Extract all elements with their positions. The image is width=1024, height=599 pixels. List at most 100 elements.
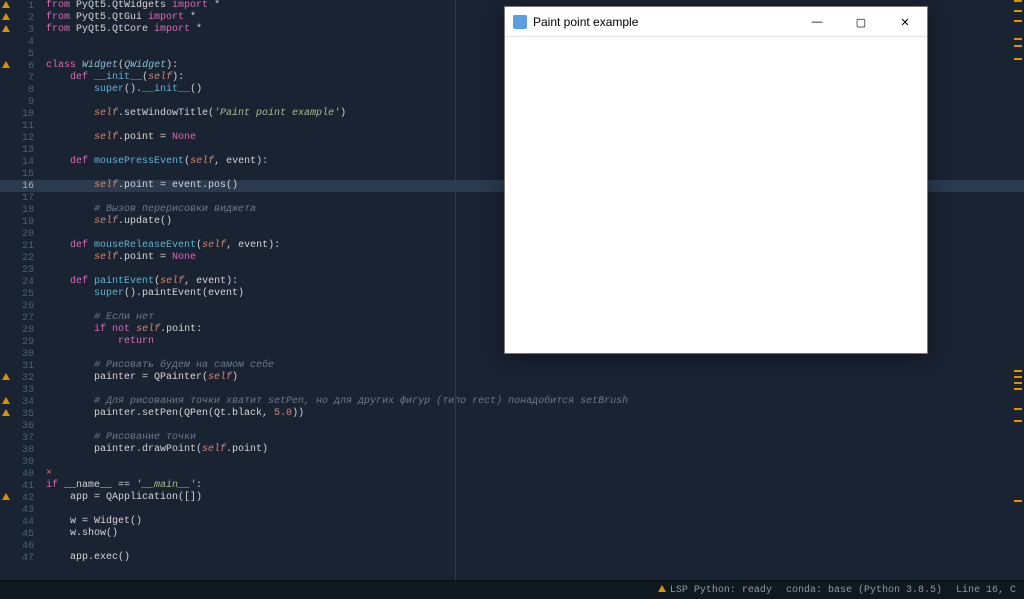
line-number: 9	[0, 96, 40, 108]
line-number: 28	[0, 324, 40, 336]
maximize-button[interactable]: ▢	[839, 7, 883, 37]
line-number: 22	[0, 252, 40, 264]
line-number: 24	[0, 276, 40, 288]
minimap-mark	[1014, 58, 1022, 60]
line-number: 23	[0, 264, 40, 276]
code-line[interactable]: w.show()	[40, 528, 1024, 540]
minimize-button[interactable]: —	[795, 7, 839, 37]
line-number: 10	[0, 108, 40, 120]
line-number: 7	[0, 72, 40, 84]
code-line[interactable]: painter.setPen(QPen(Qt.black, 5.0))	[40, 408, 1024, 420]
warning-icon	[658, 585, 666, 592]
warning-icon	[2, 409, 10, 416]
code-line[interactable]	[40, 504, 1024, 516]
line-number: 13	[0, 144, 40, 156]
minimap-mark	[1014, 10, 1022, 12]
line-number: 46	[0, 540, 40, 552]
status-lsp: LSP Python: ready	[658, 585, 772, 596]
code-line[interactable]	[40, 456, 1024, 468]
warning-icon	[2, 25, 10, 32]
line-number: 21	[0, 240, 40, 252]
minimap-markers	[1012, 0, 1022, 580]
line-number: 37	[0, 432, 40, 444]
line-number: 20	[0, 228, 40, 240]
minimap-mark	[1014, 370, 1022, 372]
line-number: 31	[0, 360, 40, 372]
code-line[interactable]: app.exec()	[40, 552, 1024, 564]
minimap-mark	[1014, 382, 1022, 384]
code-line[interactable]: painter.drawPoint(self.point)	[40, 444, 1024, 456]
warning-icon	[2, 1, 10, 8]
line-number: 38	[0, 444, 40, 456]
warning-icon	[2, 61, 10, 68]
window-title: Paint point example	[533, 15, 795, 29]
line-number: 36	[0, 420, 40, 432]
warning-icon	[2, 373, 10, 380]
code-line[interactable]: # Рисование точки	[40, 432, 1024, 444]
line-number: 16	[0, 180, 40, 192]
line-number: 45	[0, 528, 40, 540]
minimap-mark	[1014, 45, 1022, 47]
minimap-mark	[1014, 20, 1022, 22]
line-number: 4	[0, 36, 40, 48]
line-number: 3	[0, 24, 40, 36]
line-number: 44	[0, 516, 40, 528]
minimap-mark	[1014, 420, 1022, 422]
line-number: 8	[0, 84, 40, 96]
minimap-mark	[1014, 0, 1022, 2]
line-number: 2	[0, 12, 40, 24]
line-number: 17	[0, 192, 40, 204]
line-number: 5	[0, 48, 40, 60]
line-number: 6	[0, 60, 40, 72]
line-number-gutter: 1234567891011121314151617181920212223242…	[0, 0, 40, 580]
code-line[interactable]: ×	[40, 468, 1024, 480]
line-number: 47	[0, 552, 40, 564]
line-number: 26	[0, 300, 40, 312]
line-number: 18	[0, 204, 40, 216]
line-number: 11	[0, 120, 40, 132]
line-number: 42	[0, 492, 40, 504]
code-line[interactable]	[40, 420, 1024, 432]
line-number: 41	[0, 480, 40, 492]
status-position: Line 16, C	[956, 585, 1016, 596]
code-line[interactable]: w = Widget()	[40, 516, 1024, 528]
line-number: 39	[0, 456, 40, 468]
line-number: 14	[0, 156, 40, 168]
minimap-mark	[1014, 388, 1022, 390]
warning-icon	[2, 13, 10, 20]
close-button[interactable]: ✕	[883, 7, 927, 37]
line-number: 19	[0, 216, 40, 228]
minimap-mark	[1014, 408, 1022, 410]
window-buttons: — ▢ ✕	[795, 7, 927, 36]
line-number: 27	[0, 312, 40, 324]
line-number: 33	[0, 384, 40, 396]
code-line[interactable]: # Рисовать будем на самом себе	[40, 360, 1024, 372]
minimap-mark	[1014, 500, 1022, 502]
line-number: 12	[0, 132, 40, 144]
line-number: 1	[0, 0, 40, 12]
app-icon	[513, 15, 527, 29]
line-number: 34	[0, 396, 40, 408]
line-number: 40	[0, 468, 40, 480]
status-conda: conda: base (Python 3.8.5)	[786, 585, 942, 596]
code-line[interactable]: painter = QPainter(self)	[40, 372, 1024, 384]
code-line[interactable]: app = QApplication([])	[40, 492, 1024, 504]
app-client-area[interactable]	[505, 37, 927, 353]
warning-icon	[2, 397, 10, 404]
line-number: 25	[0, 288, 40, 300]
minimap-mark	[1014, 376, 1022, 378]
code-line[interactable]	[40, 540, 1024, 552]
application-window[interactable]: Paint point example — ▢ ✕	[504, 6, 928, 354]
line-number: 35	[0, 408, 40, 420]
code-line[interactable]	[40, 384, 1024, 396]
line-number: 29	[0, 336, 40, 348]
minimap-mark	[1014, 38, 1022, 40]
line-number: 43	[0, 504, 40, 516]
warning-icon	[2, 493, 10, 500]
line-number: 30	[0, 348, 40, 360]
window-titlebar[interactable]: Paint point example — ▢ ✕	[505, 7, 927, 37]
status-bar: LSP Python: ready conda: base (Python 3.…	[0, 580, 1024, 599]
code-line[interactable]: # Для рисования точки хватит setPen, но …	[40, 396, 1024, 408]
line-number: 32	[0, 372, 40, 384]
code-line[interactable]: if __name__ == '__main__':	[40, 480, 1024, 492]
